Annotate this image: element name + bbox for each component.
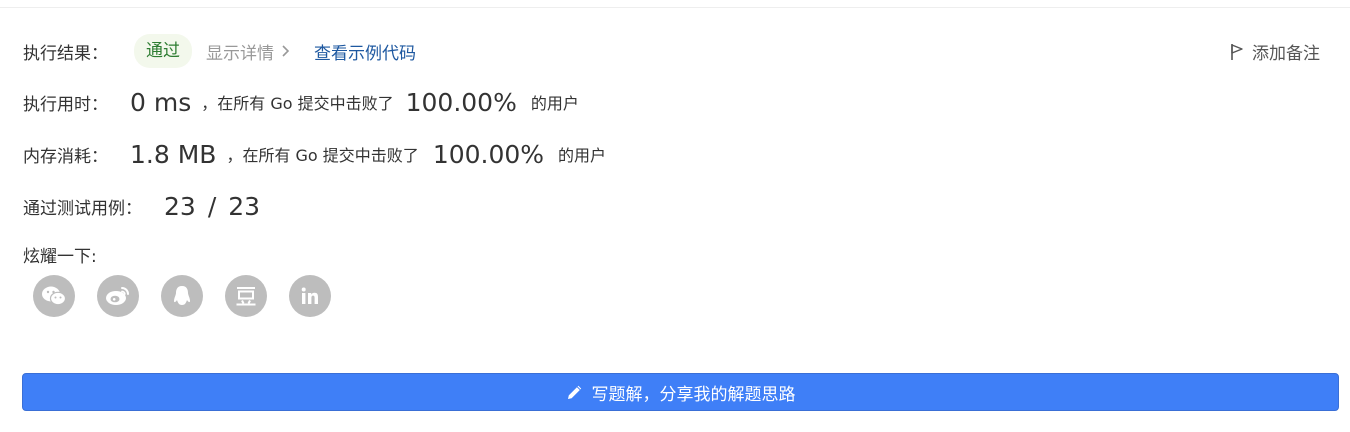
share-icons bbox=[33, 275, 353, 317]
share-label: 炫耀一下: bbox=[23, 246, 97, 267]
chevron-right-icon bbox=[282, 45, 290, 57]
write-solution-label: 写题解，分享我的解题思路 bbox=[591, 384, 796, 405]
result-label: 执行结果： bbox=[23, 43, 108, 64]
tests-label: 通过测试用例： bbox=[23, 198, 142, 219]
linkedin-icon bbox=[301, 287, 318, 304]
pencil-icon bbox=[567, 385, 581, 399]
share-qq-button[interactable] bbox=[161, 275, 203, 317]
share-weibo-button[interactable] bbox=[97, 275, 139, 317]
status-badge: 通过 bbox=[134, 34, 192, 68]
tests-total: 23 bbox=[228, 191, 261, 221]
runtime-value: 0 ms bbox=[130, 87, 192, 117]
memory-beats-text: ，在所有 Go 提交中击败了 bbox=[226, 146, 419, 165]
share-wechat-button[interactable] bbox=[33, 275, 75, 317]
top-divider bbox=[0, 7, 1350, 8]
add-note-button[interactable]: 添加备注 bbox=[1230, 39, 1320, 64]
runtime-tail: 的用户 bbox=[530, 94, 579, 113]
runtime-label: 执行用时： bbox=[23, 94, 108, 115]
result-row: 执行结果： 通过 显示详情 查看示例代码 bbox=[23, 32, 416, 70]
write-solution-button[interactable]: 写题解，分享我的解题思路 bbox=[22, 373, 1339, 411]
qq-icon bbox=[174, 286, 190, 305]
show-details-link[interactable]: 显示详情 bbox=[206, 39, 290, 64]
view-example-code-link[interactable]: 查看示例代码 bbox=[314, 39, 416, 64]
tests-row: 通过测试用例： 23 / 23 bbox=[23, 188, 260, 224]
memory-value: 1.8 MB bbox=[130, 139, 217, 169]
weibo-icon bbox=[106, 287, 129, 305]
memory-row: 内存消耗： 1.8 MB ，在所有 Go 提交中击败了 100.00% 的用户 bbox=[23, 136, 606, 172]
runtime-percent: 100.00% bbox=[405, 87, 517, 117]
share-linkedin-button[interactable] bbox=[289, 275, 331, 317]
tests-separator: / bbox=[207, 191, 217, 221]
memory-label: 内存消耗： bbox=[23, 146, 108, 167]
show-details-label: 显示详情 bbox=[206, 43, 274, 64]
add-note-label: 添加备注 bbox=[1252, 44, 1320, 64]
wechat-icon bbox=[42, 286, 67, 306]
share-douban-button[interactable] bbox=[225, 275, 267, 317]
submission-result-panel: 执行结果： 通过 显示详情 查看示例代码 添加备注 执行用时： 0 ms ，在所… bbox=[0, 0, 1350, 432]
tests-passed: 23 bbox=[164, 191, 196, 221]
runtime-row: 执行用时： 0 ms ，在所有 Go 提交中击败了 100.00% 的用户 bbox=[23, 84, 579, 120]
douban-icon bbox=[236, 287, 256, 306]
memory-tail: 的用户 bbox=[558, 146, 607, 165]
memory-percent: 100.00% bbox=[432, 139, 545, 169]
runtime-beats-text: ，在所有 Go 提交中击败了 bbox=[201, 94, 394, 113]
flag-icon bbox=[1231, 43, 1243, 60]
share-row: 炫耀一下: bbox=[23, 240, 97, 268]
